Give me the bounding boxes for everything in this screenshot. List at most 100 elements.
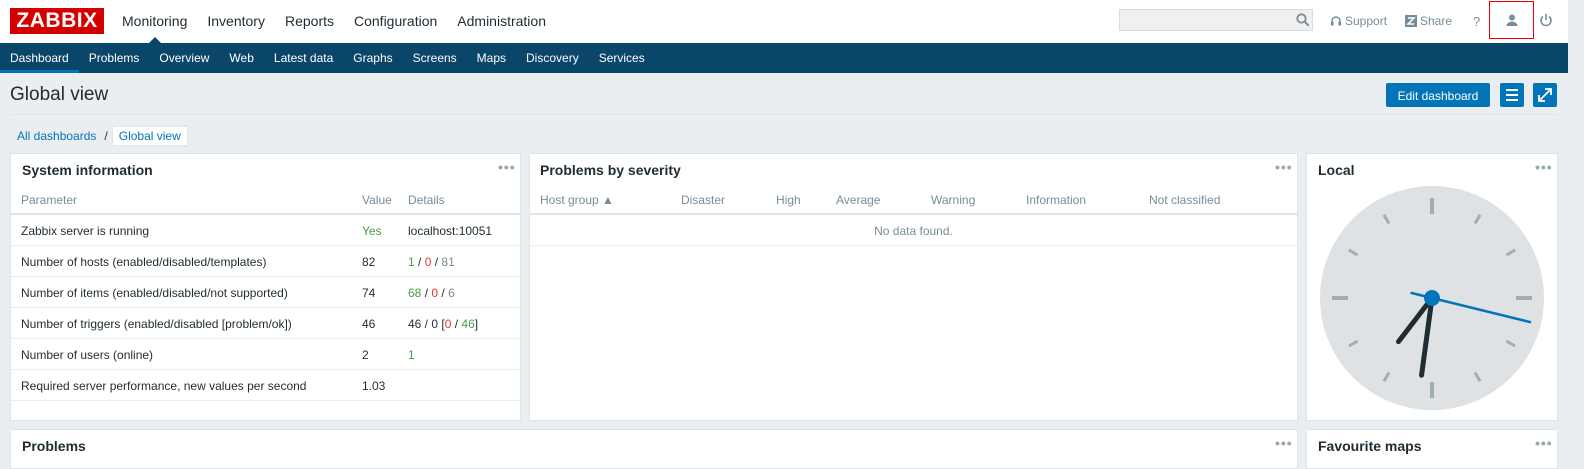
- row-parameter: Number of users (online): [21, 348, 154, 362]
- share-link[interactable]: Share: [1405, 14, 1452, 28]
- widget-menu-button[interactable]: •••: [1275, 159, 1293, 175]
- power-icon[interactable]: [1539, 13, 1553, 27]
- problem-count: 0: [444, 317, 452, 331]
- widget-menu-button[interactable]: •••: [1535, 159, 1553, 175]
- main-menu: Monitoring Inventory Reports Configurati…: [112, 0, 556, 43]
- menu-inventory[interactable]: Inventory: [197, 0, 275, 43]
- share-label: Share: [1420, 14, 1453, 28]
- zabbix-logo[interactable]: ZABBIX: [10, 8, 104, 34]
- row-divider: [11, 307, 520, 308]
- bracket-close: ]: [474, 317, 479, 331]
- submenu-problems[interactable]: Problems: [79, 43, 150, 73]
- edit-dashboard-button[interactable]: Edit dashboard: [1386, 83, 1490, 107]
- submenu-screens[interactable]: Screens: [403, 43, 467, 73]
- column-header-disaster: Disaster: [681, 193, 726, 207]
- widget-menu-button[interactable]: •••: [498, 159, 516, 175]
- column-header-parameter: Parameter: [21, 193, 78, 207]
- user-icon: [1506, 14, 1518, 26]
- share-icon: [1405, 15, 1417, 27]
- breadcrumb-all-dashboards[interactable]: All dashboards: [11, 129, 102, 143]
- row-divider: [11, 400, 520, 401]
- submenu-services[interactable]: Services: [589, 43, 655, 73]
- row-details: 68 / 0 / 6: [408, 286, 455, 300]
- row-parameter: Number of hosts (enabled/disabled/templa…: [21, 255, 267, 269]
- column-header-warning: Warning: [931, 193, 976, 207]
- menu-configuration[interactable]: Configuration: [344, 0, 447, 43]
- widget-title: Local: [1318, 162, 1355, 178]
- enabled-count: 68: [408, 286, 422, 300]
- row-details: localhost:10051: [408, 224, 493, 238]
- header-divider: [11, 213, 520, 215]
- column-header-not-classified: Not classified: [1149, 193, 1221, 207]
- title-divider: [10, 114, 1558, 115]
- row-divider: [11, 369, 520, 370]
- submenu-overview[interactable]: Overview: [149, 43, 219, 73]
- widget-menu-button[interactable]: •••: [1275, 435, 1293, 451]
- support-link[interactable]: Support: [1330, 14, 1387, 28]
- hamburger-icon: [1506, 89, 1518, 101]
- submenu-web[interactable]: Web: [219, 43, 263, 73]
- column-header-host-group[interactable]: Host group ▲: [540, 193, 614, 207]
- breadcrumb-current[interactable]: Global view: [111, 126, 188, 146]
- analog-clock: [1320, 186, 1544, 410]
- row-divider: [11, 338, 520, 339]
- clock-center: [1424, 290, 1440, 306]
- top-bar: ZABBIX Monitoring Inventory Reports Conf…: [0, 0, 1568, 43]
- headset-icon: [1331, 16, 1341, 26]
- row-details: 46 / 0 [0 / 46]: [408, 317, 479, 331]
- user-profile-button[interactable]: [1489, 1, 1534, 39]
- row-parameter: Zabbix server is running: [21, 224, 150, 238]
- row-value: 1.03: [362, 379, 386, 393]
- submenu-latest-data[interactable]: Latest data: [264, 43, 343, 73]
- row-value: 74: [362, 286, 376, 300]
- submenu-graphs[interactable]: Graphs: [343, 43, 402, 73]
- templates-count: 81: [441, 255, 455, 269]
- row-parameter: Number of triggers (enabled/disabled [pr…: [21, 317, 292, 331]
- menu-administration[interactable]: Administration: [447, 0, 556, 43]
- row-divider: [11, 276, 520, 277]
- dashboard-menu-button[interactable]: [1500, 83, 1524, 107]
- breadcrumb-separator: /: [104, 129, 108, 143]
- search-icon[interactable]: [1296, 13, 1310, 27]
- header-divider: [530, 213, 1297, 215]
- page-title: Global view: [10, 84, 109, 105]
- column-header-value: Value: [362, 193, 392, 207]
- widget-title: Problems: [22, 438, 86, 454]
- submenu-discovery[interactable]: Discovery: [516, 43, 589, 73]
- help-link[interactable]: ?: [1473, 14, 1480, 29]
- row-parameter: Required server performance, new values …: [21, 379, 307, 393]
- widget-title: Favourite maps: [1318, 438, 1422, 454]
- not-supported-count: 6: [448, 286, 455, 300]
- disabled-count: 0: [431, 286, 439, 300]
- submenu-dashboard[interactable]: Dashboard: [0, 43, 79, 73]
- widget-menu-button[interactable]: •••: [1535, 435, 1553, 451]
- problems-widget: Problems •••: [10, 429, 1298, 469]
- submenu-maps[interactable]: Maps: [467, 43, 516, 73]
- enabled-count: 1: [408, 255, 415, 269]
- row-value: 2: [362, 348, 369, 362]
- widget-title: Problems by severity: [540, 162, 681, 178]
- row-value: 82: [362, 255, 376, 269]
- disabled-count: 0: [424, 255, 432, 269]
- column-header-information: Information: [1026, 193, 1087, 207]
- row-parameter: Number of items (enabled/disabled/not su…: [21, 286, 288, 300]
- column-header-details: Details: [408, 193, 445, 207]
- support-label: Support: [1345, 14, 1388, 28]
- breadcrumb: All dashboards / Global view: [11, 126, 188, 146]
- row-value: 46: [362, 317, 376, 331]
- row-details: 1 / 0 / 81: [408, 255, 455, 269]
- row-value: Yes: [362, 224, 382, 238]
- column-header-average: Average: [836, 193, 881, 207]
- menu-reports[interactable]: Reports: [275, 0, 344, 43]
- row-divider: [11, 245, 520, 246]
- clock-widget: Local •••: [1306, 153, 1558, 421]
- sub-menu: Dashboard Problems Overview Web Latest d…: [0, 43, 1568, 73]
- favourite-maps-widget: Favourite maps •••: [1306, 429, 1558, 469]
- row-details: 1: [408, 348, 415, 362]
- no-data-message: No data found.: [874, 224, 953, 238]
- fullscreen-button[interactable]: [1533, 83, 1557, 107]
- menu-monitoring[interactable]: Monitoring: [112, 0, 197, 43]
- fullscreen-icon: [1538, 88, 1552, 102]
- search-input[interactable]: [1119, 9, 1313, 31]
- widget-title: System information: [22, 162, 153, 178]
